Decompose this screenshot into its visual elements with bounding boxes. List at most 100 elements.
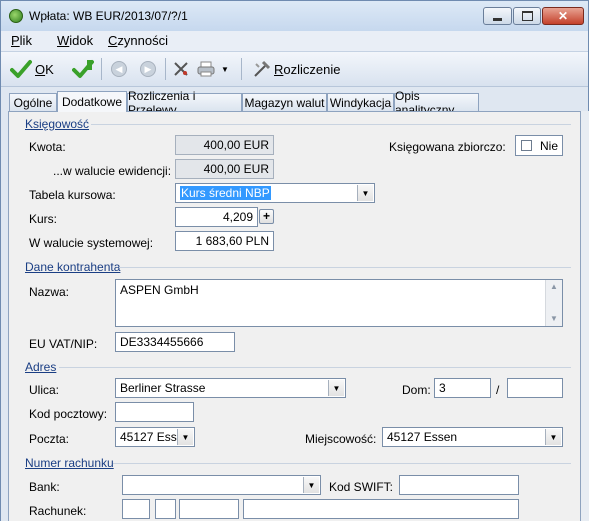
rozliczenie-button[interactable]: Rozliczenie: [253, 57, 340, 81]
menu-widok-accel: W: [57, 33, 70, 48]
tab-windykacja[interactable]: Windykacja: [327, 93, 394, 111]
toolbar-separator: [241, 58, 242, 80]
kurs-label: Kurs:: [29, 212, 58, 226]
tabela-kursowa-select[interactable]: Kurs średni NBP ▼: [175, 183, 375, 203]
chevron-down-icon[interactable]: ▼: [303, 477, 319, 493]
waluta-ewidencji-label: ...w walucie ewidencji:: [53, 164, 172, 178]
menu-czynnosci-rest: zynności: [117, 33, 168, 48]
scroll-down-icon[interactable]: ▼: [546, 312, 562, 326]
window-edge: [581, 111, 589, 521]
maximize-icon: [521, 11, 533, 21]
minimize-icon: [493, 17, 502, 21]
tab-ogolne[interactable]: Ogólne: [9, 93, 57, 111]
chevron-down-icon[interactable]: ▼: [328, 380, 344, 396]
section-divider: [119, 267, 571, 268]
kwota-label: Kwota:: [29, 140, 66, 154]
tab-rozliczenia[interactable]: Rozliczenia i Przelewy: [127, 89, 242, 117]
swift-field[interactable]: [399, 475, 519, 495]
zbiorczo-label: Księgowana zbiorczo:: [389, 140, 506, 154]
waluta-ewidencji-field[interactable]: 400,00 EUR: [175, 159, 274, 179]
section-adres: Adres: [25, 360, 56, 374]
ulica-label: Ulica:: [29, 383, 60, 397]
section-divider: [91, 124, 571, 125]
section-kontrahent-title: Dane kontrahenta: [25, 260, 121, 274]
print-icon: [197, 61, 215, 77]
miejscowosc-select[interactable]: 45127 Essen ▼: [382, 427, 563, 447]
close-icon: ✕: [557, 9, 569, 23]
save-check-icon: [72, 60, 94, 78]
print-dropdown[interactable]: ▼: [221, 57, 229, 81]
chevron-down-icon[interactable]: ▼: [357, 185, 373, 201]
tabela-kursowa-value: Kurs średni NBP: [180, 186, 271, 200]
ulica-select[interactable]: Berliner Strasse ▼: [115, 378, 346, 398]
toolbar-separator: [101, 58, 102, 80]
section-divider: [113, 463, 571, 464]
menu-widok[interactable]: Widok: [57, 33, 93, 48]
forward-button[interactable]: ▶: [140, 57, 156, 81]
section-ksiegowosc-title: Księgowość: [25, 117, 90, 131]
menu-plik-rest: lik: [19, 33, 32, 48]
tab-opis-analityczny[interactable]: Opis analityczny: [394, 89, 479, 117]
tab-magazyn-walut[interactable]: Magazyn walut: [242, 93, 327, 111]
menu-bar: Plik Widok Czynności: [1, 31, 588, 52]
kod-pocztowy-field[interactable]: [115, 402, 194, 422]
tabela-kursowa-label: Tabela kursowa:: [29, 188, 116, 202]
print-button[interactable]: [197, 57, 215, 81]
menu-plik[interactable]: Plik: [11, 33, 32, 48]
save-button[interactable]: [72, 57, 94, 81]
ok-label: OK: [35, 62, 54, 77]
dom-label: Dom:: [402, 383, 431, 397]
kod-pocztowy-label: Kod pocztowy:: [29, 407, 108, 421]
close-button[interactable]: ✕: [542, 7, 584, 25]
section-ksiegowosc: Księgowość: [25, 117, 89, 131]
dom-field[interactable]: 3: [434, 378, 491, 398]
bank-label: Bank:: [29, 480, 60, 494]
back-button[interactable]: ◀: [111, 57, 127, 81]
tab-dodatkowe[interactable]: Dodatkowe: [57, 91, 127, 112]
kurs-field[interactable]: 4,209: [175, 207, 258, 227]
bank-select[interactable]: ▼: [122, 475, 321, 495]
toolbar: OK ◀ ▶ ▼ Rozliczenie: [1, 52, 588, 87]
section-rachunek: Numer rachunku: [25, 456, 114, 470]
rachunek-part-2[interactable]: [155, 499, 176, 519]
menu-czynnosci[interactable]: Czynności: [108, 33, 168, 48]
forward-icon: ▶: [140, 61, 156, 77]
checkbox-box[interactable]: [521, 140, 532, 151]
swift-label: Kod SWIFT:: [329, 480, 394, 494]
zbiorczo-value: Nie: [540, 139, 559, 153]
waluta-systemowa-field[interactable]: 1 683,60 PLN: [175, 231, 274, 251]
kwota-field[interactable]: 400,00 EUR: [175, 135, 274, 155]
nazwa-scrollbar[interactable]: ▲ ▼: [545, 280, 562, 326]
menu-widok-rest: idok: [69, 33, 94, 48]
rachunek-part-1[interactable]: [122, 499, 150, 519]
minimize-button[interactable]: [483, 7, 512, 25]
miejscowosc-label: Miejscowość:: [305, 432, 377, 446]
nazwa-value: ASPEN GmbH: [120, 283, 199, 297]
kurs-plus-button[interactable]: +: [259, 209, 274, 224]
rachunek-label: Rachunek:: [29, 504, 87, 518]
dropdown-icon: ▼: [221, 64, 229, 74]
zbiorczo-checkbox[interactable]: Nie: [515, 135, 563, 156]
dom-separator: /: [496, 383, 500, 397]
chevron-down-icon[interactable]: ▼: [545, 429, 561, 445]
ok-button[interactable]: OK: [10, 57, 54, 81]
scroll-up-icon[interactable]: ▲: [546, 280, 562, 294]
nazwa-textarea[interactable]: ASPEN GmbH ▲ ▼: [115, 279, 563, 327]
rachunek-part-4[interactable]: [243, 499, 519, 519]
title-bar[interactable]: Wpłata: WB EUR/2013/07/?/1 ✕: [1, 1, 588, 31]
chevron-down-icon[interactable]: ▼: [177, 429, 193, 445]
maximize-button[interactable]: [513, 7, 541, 25]
section-divider: [59, 367, 571, 368]
ok-rest: K: [45, 61, 54, 77]
rachunek-part-3[interactable]: [179, 499, 239, 519]
vat-field[interactable]: DE3334455666: [115, 332, 235, 352]
poczta-select[interactable]: 45127 Essen ▼: [115, 427, 195, 447]
section-adres-title: Adres: [25, 360, 57, 374]
ulica-value: Berliner Strasse: [120, 381, 206, 395]
lokal-field[interactable]: [507, 378, 563, 398]
app-icon: [9, 9, 23, 23]
vat-label: EU VAT/NIP:: [29, 337, 98, 351]
tools-button[interactable]: [173, 57, 189, 81]
section-rachunek-title: Numer rachunku: [25, 456, 114, 470]
ok-check-icon: [10, 60, 32, 78]
